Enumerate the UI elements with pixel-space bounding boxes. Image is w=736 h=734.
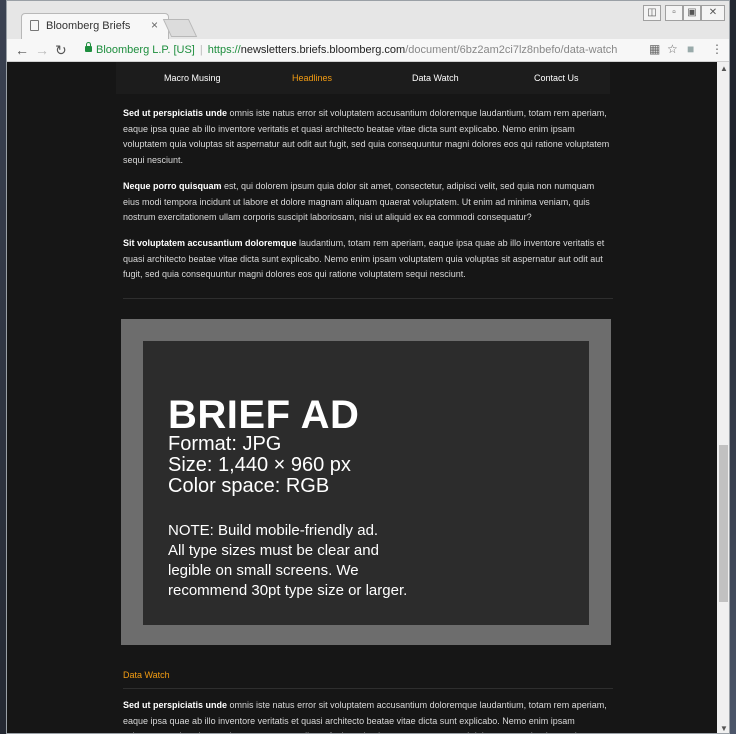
divider <box>123 688 613 689</box>
window-close-icon[interactable]: ✕ <box>701 5 725 21</box>
scrollbar-thumb[interactable] <box>719 445 728 602</box>
reload-icon[interactable]: ↻ <box>55 42 67 58</box>
ad-color-space: Color space: RGB <box>168 475 330 497</box>
ad-placeholder[interactable]: BRIEF AD Format: JPG Size: 1,440 × 960 p… <box>121 319 611 645</box>
tab-bloomberg-briefs[interactable]: Bloomberg Briefs × <box>21 13 169 39</box>
article-paragraph: Sit voluptatem accusantium doloremque la… <box>123 236 613 283</box>
page-scrollbar[interactable]: ▲ ▼ <box>717 62 729 733</box>
nav-item-headlines[interactable]: Headlines <box>292 73 332 83</box>
ad-panel: BRIEF AD Format: JPG Size: 1,440 × 960 p… <box>143 341 589 625</box>
ad-format: Format: JPG <box>168 433 282 455</box>
paragraph-lead: Sed ut perspiciatis unde <box>123 700 228 710</box>
ad-note-line: NOTE: Build mobile-friendly ad. <box>168 522 379 539</box>
divider <box>123 298 613 299</box>
paragraph-lead: Sed ut perspiciatis unde <box>123 108 228 118</box>
url-path: /document/6bz2am2ci7lz8nbefo/data-watch <box>405 44 618 56</box>
star-icon[interactable]: ☆ <box>667 42 678 56</box>
extension-icon[interactable]: ■ <box>687 42 694 56</box>
tab-strip: Bloomberg Briefs × ◫ ▫ ▣ ✕ <box>7 1 729 39</box>
maximize-icon[interactable]: ▣ <box>683 5 701 21</box>
address-bar[interactable]: Bloomberg L.P. [US] | https://newsletters.… <box>77 41 659 59</box>
paragraph-lead: Sit voluptatem accusantium doloremque <box>123 238 297 248</box>
tab-close-icon[interactable]: × <box>151 18 158 32</box>
scroll-down-icon[interactable]: ▼ <box>720 724 728 733</box>
paragraph-lead: Neque porro quisquam <box>123 181 222 191</box>
site-navbar: Macro Musing Headlines Data Watch Contac… <box>116 62 610 94</box>
tab-title: Bloomberg Briefs <box>46 20 131 32</box>
url-scheme: https:// <box>207 44 241 56</box>
profile-icon[interactable]: ◫ <box>643 5 661 21</box>
ad-note-line: legible on small screens. We <box>168 562 359 579</box>
nav-item-contact-us[interactable]: Contact Us <box>534 73 579 83</box>
article-paragraph: Sed ut perspiciatis unde omnis iste natu… <box>123 698 613 733</box>
lock-icon <box>85 42 92 52</box>
article-paragraph: Neque porro quisquam est, qui dolorem ip… <box>123 179 613 226</box>
document-icon <box>30 20 39 31</box>
menu-icon[interactable]: ⋮ <box>711 42 723 56</box>
nav-item-data-watch[interactable]: Data Watch <box>412 73 459 83</box>
browser-window: Bloomberg Briefs × ◫ ▫ ▣ ✕ ← → ↻ Bloombe… <box>6 0 730 734</box>
ad-size: Size: 1,440 × 960 px <box>168 454 351 476</box>
nav-item-macro-musing[interactable]: Macro Musing <box>164 73 221 83</box>
ad-title: BRIEF AD <box>168 393 360 437</box>
page-viewport: Macro Musing Headlines Data Watch Contac… <box>7 62 717 733</box>
browser-toolbar: ← → ↻ Bloomberg L.P. [US] | https://newsle… <box>7 39 729 62</box>
ad-note-line: All type sizes must be clear and <box>168 542 379 559</box>
minimize-icon[interactable]: ▫ <box>665 5 683 21</box>
forward-icon[interactable]: → <box>35 42 49 58</box>
scroll-up-icon[interactable]: ▲ <box>720 64 728 73</box>
translate-icon[interactable]: ▦ <box>649 42 660 56</box>
back-icon[interactable]: ← <box>15 42 29 58</box>
site-origin-label: Bloomberg L.P. [US] <box>96 44 195 56</box>
ad-note-line: recommend 30pt type size or larger. <box>168 582 408 599</box>
article-paragraph: Sed ut perspiciatis unde omnis iste natu… <box>123 106 613 169</box>
url-host: newsletters.briefs.bloomberg.com <box>240 44 406 56</box>
section-heading[interactable]: Data Watch <box>123 670 170 680</box>
